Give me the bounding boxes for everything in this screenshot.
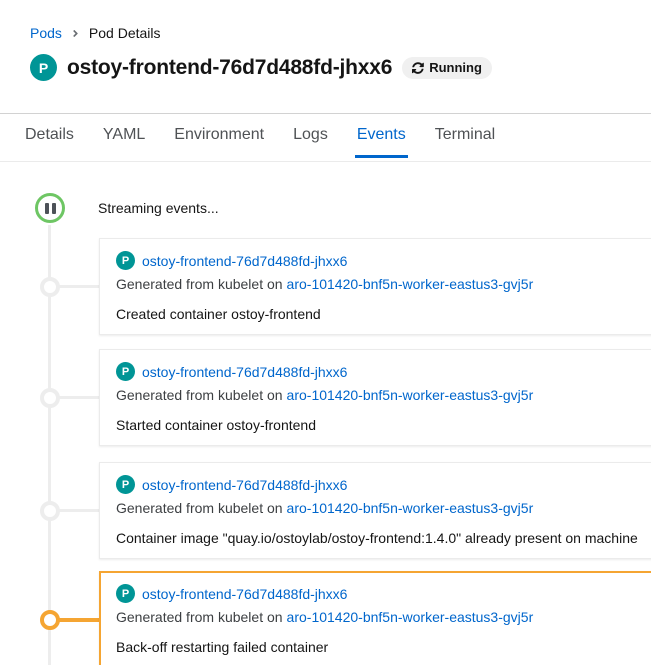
event-card: P ostoy-frontend-76d7d488fd-jhxx6 Genera… [99, 238, 651, 335]
tab-details[interactable]: Details [23, 114, 76, 158]
page-header: Pods Pod Details P ostoy-frontend-76d7d4… [0, 0, 651, 114]
pause-icon [45, 203, 49, 214]
event-message: Container image "quay.io/ostoylab/ostoy-… [116, 530, 648, 546]
event-source-text: Generated from kubelet on [116, 500, 283, 516]
section-divider [0, 161, 651, 162]
event-node-link[interactable]: aro-101420-bnf5n-worker-eastus3-gvj5r [287, 276, 534, 292]
pod-badge-icon: P [116, 251, 135, 270]
pause-stream-button[interactable] [35, 193, 65, 223]
event-source-text: Generated from kubelet on [116, 276, 283, 292]
status-badge: Running [402, 57, 492, 79]
tab-events[interactable]: Events [355, 114, 408, 158]
breadcrumb-current: Pod Details [89, 25, 161, 41]
title-row: P ostoy-frontend-76d7d488fd-jhxx6 Runnin… [30, 54, 651, 81]
breadcrumb: Pods Pod Details [30, 0, 651, 41]
status-label: Running [429, 60, 482, 75]
event-node-link[interactable]: aro-101420-bnf5n-worker-eastus3-gvj5r [287, 609, 534, 625]
pod-badge-icon: P [116, 362, 135, 381]
pause-icon [52, 203, 56, 214]
tab-logs[interactable]: Logs [291, 114, 330, 158]
tab-bar: Details YAML Environment Logs Events Ter… [0, 114, 651, 158]
event-item: P ostoy-frontend-76d7d488fd-jhxx6 Genera… [99, 349, 651, 446]
breadcrumb-link-pods[interactable]: Pods [30, 25, 62, 41]
pod-badge-icon: P [116, 584, 135, 603]
event-card: P ostoy-frontend-76d7d488fd-jhxx6 Genera… [99, 571, 651, 665]
event-item-warning: P ostoy-frontend-76d7d488fd-jhxx6 Genera… [99, 571, 651, 665]
events-panel: Streaming events... P ostoy-frontend-76d… [0, 193, 651, 665]
event-pod-link[interactable]: ostoy-frontend-76d7d488fd-jhxx6 [142, 364, 347, 380]
timeline-node-icon [40, 610, 60, 630]
event-message: Back-off restarting failed container [116, 639, 648, 655]
event-item: P ostoy-frontend-76d7d488fd-jhxx6 Genera… [99, 238, 651, 335]
tab-environment[interactable]: Environment [172, 114, 266, 158]
sync-icon [412, 62, 424, 74]
event-pod-link[interactable]: ostoy-frontend-76d7d488fd-jhxx6 [142, 253, 347, 269]
tab-yaml[interactable]: YAML [101, 114, 147, 158]
stream-status-row: Streaming events... [0, 193, 651, 223]
timeline-node-icon [40, 277, 60, 297]
event-source-text: Generated from kubelet on [116, 609, 283, 625]
event-pod-link[interactable]: ostoy-frontend-76d7d488fd-jhxx6 [142, 477, 347, 493]
pod-resource-badge: P [30, 54, 57, 81]
page-title: ostoy-frontend-76d7d488fd-jhxx6 [67, 56, 392, 80]
timeline-node-icon [40, 388, 60, 408]
event-message: Started container ostoy-frontend [116, 417, 648, 433]
timeline-node-icon [40, 501, 60, 521]
event-item: P ostoy-frontend-76d7d488fd-jhxx6 Genera… [99, 462, 651, 559]
event-list: P ostoy-frontend-76d7d488fd-jhxx6 Genera… [99, 238, 651, 665]
event-message: Created container ostoy-frontend [116, 306, 648, 322]
event-node-link[interactable]: aro-101420-bnf5n-worker-eastus3-gvj5r [287, 387, 534, 403]
event-source-text: Generated from kubelet on [116, 387, 283, 403]
event-card: P ostoy-frontend-76d7d488fd-jhxx6 Genera… [99, 462, 651, 559]
event-pod-link[interactable]: ostoy-frontend-76d7d488fd-jhxx6 [142, 586, 347, 602]
event-node-link[interactable]: aro-101420-bnf5n-worker-eastus3-gvj5r [287, 500, 534, 516]
chevron-right-icon [71, 28, 80, 39]
tab-terminal[interactable]: Terminal [433, 114, 497, 158]
event-card: P ostoy-frontend-76d7d488fd-jhxx6 Genera… [99, 349, 651, 446]
pod-badge-icon: P [116, 475, 135, 494]
stream-status-text: Streaming events... [98, 200, 219, 216]
